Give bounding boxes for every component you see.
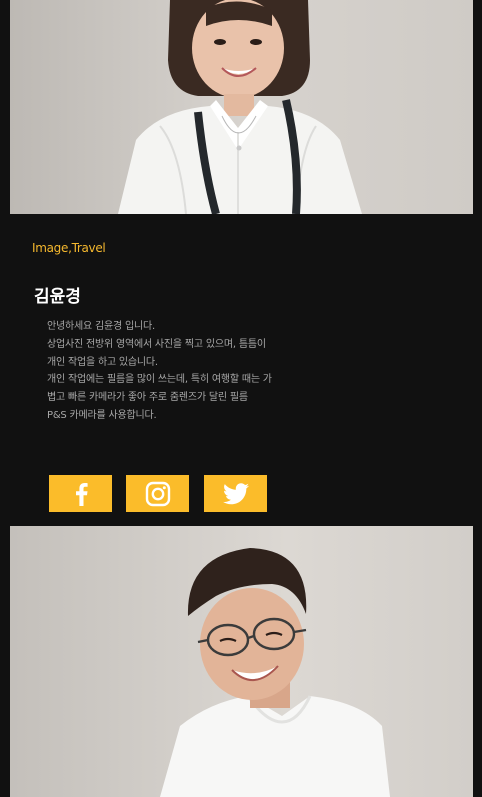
category-label: Image,Travel [32,241,106,255]
twitter-icon [222,482,249,504]
facebook-icon [75,482,88,506]
profile-photo-woman [10,0,473,214]
instagram-icon [145,481,170,506]
instagram-button[interactable] [126,475,189,512]
member-bio: 안녕하세요 김윤경 입니다. 상업사진 전방위 영역에서 사진을 찍고 있으며,… [47,318,307,425]
bio-line: 안녕하세요 김윤경 입니다. [47,321,155,332]
member-name: 김윤경 [34,287,81,307]
facebook-button[interactable] [49,475,112,512]
bio-line: 개인 작업을 하고 있습니다. [47,356,158,368]
profile-photo-man [10,526,473,797]
bio-line: 개인 작업에는 필름을 많이 쓰는데, 특히 여행할 때는 가 [47,374,272,386]
bio-line: P&S 카메라를 사용합니다. [47,409,157,421]
bio-line: 상업사진 전방위 영역에서 사진을 찍고 있으며, 틈틈이 [47,338,266,350]
twitter-button[interactable] [204,475,267,512]
team-member-page: Image,Travel 김윤경 안녕하세요 김윤경 입니다. 상업사진 전방위… [0,0,482,797]
bio-line: 볍고 빠른 카메라가 좋아 주로 줌렌즈가 달린 필름 [47,392,248,404]
